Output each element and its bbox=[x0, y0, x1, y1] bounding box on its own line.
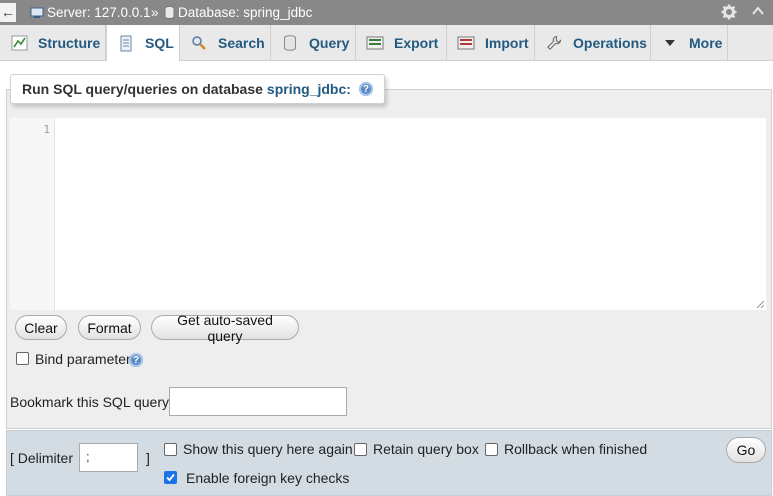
rollback-label[interactable]: Rollback when finished bbox=[504, 441, 647, 457]
tab-query[interactable]: Query bbox=[271, 25, 356, 60]
import-icon bbox=[457, 34, 475, 52]
tab-operations-label: Operations bbox=[573, 34, 647, 51]
tab-import[interactable]: Import bbox=[447, 25, 535, 60]
tab-export-label: Export bbox=[394, 34, 439, 51]
server-icon bbox=[30, 7, 44, 18]
panel-legend: Run SQL query/queries on database spring… bbox=[10, 74, 385, 104]
resize-grip-icon[interactable] bbox=[756, 300, 765, 309]
database-label[interactable]: Database: spring_jdbc bbox=[178, 5, 312, 20]
tab-structure[interactable]: Structure bbox=[0, 25, 106, 60]
tab-more-label: More bbox=[689, 34, 723, 51]
breadcrumb-separator: » bbox=[151, 5, 159, 20]
tab-structure-label: Structure bbox=[38, 34, 101, 51]
retain-query-box-label[interactable]: Retain query box bbox=[373, 441, 479, 457]
tab-import-label: Import bbox=[485, 34, 529, 51]
structure-icon bbox=[10, 34, 28, 52]
bookmark-input[interactable] bbox=[169, 387, 347, 416]
checkmark-icon bbox=[166, 473, 175, 482]
back-arrow-icon[interactable]: ← bbox=[0, 3, 16, 22]
retain-query-box-checkbox[interactable] bbox=[354, 443, 367, 456]
search-icon bbox=[190, 34, 208, 52]
show-query-again-checkbox[interactable] bbox=[164, 443, 177, 456]
bind-parameters-checkbox[interactable] bbox=[16, 352, 29, 365]
get-auto-saved-query-button[interactable]: Get auto-saved query bbox=[151, 312, 299, 344]
line-number: 1 bbox=[43, 123, 50, 136]
delimiter-input[interactable]: ; bbox=[79, 443, 138, 472]
tab-export[interactable]: Export bbox=[356, 25, 447, 60]
tab-sql-label: SQL bbox=[145, 35, 174, 51]
tab-more[interactable]: More bbox=[651, 25, 728, 60]
foreign-key-checks-label[interactable]: Enable foreign key checks bbox=[186, 470, 349, 486]
chevron-up-icon[interactable] bbox=[751, 4, 765, 18]
bookmark-label: Bookmark this SQL query: bbox=[10, 394, 173, 410]
caret-down-icon bbox=[661, 34, 679, 52]
tab-search-label: Search bbox=[218, 34, 265, 51]
bind-parameters-label[interactable]: Bind parameters bbox=[35, 351, 138, 367]
rollback-checkbox[interactable] bbox=[485, 443, 498, 456]
format-button[interactable]: Format bbox=[78, 315, 141, 340]
database-breadcrumb[interactable]: Database: spring_jdbc bbox=[164, 5, 312, 21]
database-icon bbox=[164, 6, 175, 19]
delimiter-close: ] bbox=[146, 450, 150, 466]
legend-database-link[interactable]: spring_jdbc: bbox=[267, 81, 351, 97]
server-breadcrumb[interactable]: Server: 127.0.0.1 bbox=[30, 5, 151, 21]
show-query-again-label[interactable]: Show this query here again bbox=[183, 441, 353, 457]
tab-bar: Structure SQL Search Query Export Import bbox=[0, 25, 773, 61]
export-icon bbox=[366, 34, 384, 52]
tab-sql[interactable]: SQL bbox=[106, 25, 180, 61]
go-button[interactable]: Go bbox=[726, 437, 766, 463]
gear-icon[interactable] bbox=[721, 4, 737, 20]
delimiter-label: [ Delimiter bbox=[10, 450, 74, 466]
line-number-gutter: 1 bbox=[10, 118, 55, 310]
sql-editor[interactable]: 1 bbox=[10, 118, 766, 310]
foreign-key-checks-checkbox[interactable] bbox=[164, 471, 177, 484]
clear-button[interactable]: Clear bbox=[15, 315, 67, 340]
query-icon bbox=[281, 34, 299, 52]
top-breadcrumb-bar: ← Server: 127.0.0.1 » Database: spring_j… bbox=[0, 0, 773, 25]
tab-operations[interactable]: Operations bbox=[535, 25, 651, 60]
help-icon[interactable]: ? bbox=[358, 82, 373, 96]
bind-parameters-help-icon[interactable]: ? bbox=[129, 353, 143, 367]
tab-query-label: Query bbox=[309, 34, 350, 51]
tab-search[interactable]: Search bbox=[180, 25, 271, 60]
server-label[interactable]: Server: 127.0.0.1 bbox=[47, 5, 151, 20]
legend-text: Run SQL query/queries on database bbox=[22, 81, 263, 97]
wrench-icon bbox=[545, 34, 563, 52]
sql-icon bbox=[117, 34, 135, 52]
